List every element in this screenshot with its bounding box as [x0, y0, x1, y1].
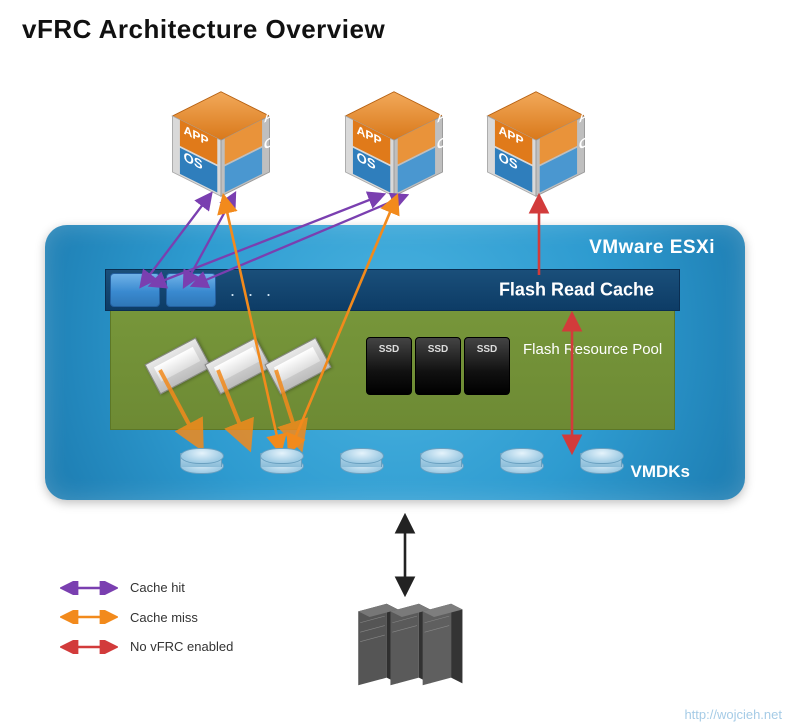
legend-label: Cache miss — [130, 610, 198, 626]
vm-cube-1: APP APP OS OS — [165, 88, 277, 200]
vmdk-row — [180, 448, 622, 478]
cache-label: Flash Read Cache — [499, 280, 654, 301]
legend-label: Cache hit — [130, 580, 185, 596]
vmdk-icon — [260, 448, 302, 478]
svg-text:APP: APP — [579, 99, 592, 126]
vmdk-icon — [340, 448, 382, 478]
svg-text:APP: APP — [437, 99, 450, 126]
legend-arrow-purple — [60, 581, 118, 595]
vm-cube-3: APP APP OS OS — [480, 88, 592, 200]
legend-arrow-red — [60, 640, 118, 654]
ssd-icon: SSD — [415, 337, 461, 395]
page-title: vFRC Architecture Overview — [22, 14, 385, 45]
legend-no-vfrc: No vFRC enabled — [60, 639, 233, 655]
vmdk-icon — [580, 448, 622, 478]
storage-server-icon — [350, 600, 465, 690]
legend: Cache hit Cache miss No vFRC enabled — [60, 580, 233, 669]
vm-cube-2: APP APP OS OS — [338, 88, 450, 200]
svg-text:APP: APP — [264, 99, 277, 126]
cache-ellipsis: . . . — [230, 280, 275, 301]
ssd-icon: SSD — [464, 337, 510, 395]
legend-arrow-orange — [60, 610, 118, 624]
legend-cache-miss: Cache miss — [60, 610, 233, 626]
flash-device-icon — [204, 337, 271, 394]
esxi-label: VMware ESXi — [589, 237, 715, 259]
cache-block — [110, 273, 160, 307]
vmdk-icon — [500, 448, 542, 478]
flash-device-icon — [264, 337, 331, 394]
vmdk-icon — [420, 448, 462, 478]
cache-block — [166, 273, 216, 307]
flash-read-cache-bar: . . . Flash Read Cache — [105, 269, 680, 311]
flash-device-icon — [144, 337, 211, 394]
vmdk-icon — [180, 448, 222, 478]
watermark: http://wojcieh.net — [684, 707, 782, 722]
ssd-group: SSD SSD SSD — [366, 337, 510, 395]
esxi-container: VMware ESXi . . . Flash Read Cache SSD S… — [45, 225, 745, 500]
vmdks-label: VMDKs — [630, 462, 690, 482]
flash-pool-area: . . . Flash Read Cache SSD SSD SSD Flash… — [110, 270, 675, 430]
legend-cache-hit: Cache hit — [60, 580, 233, 596]
ssd-icon: SSD — [366, 337, 412, 395]
legend-label: No vFRC enabled — [130, 639, 233, 655]
flash-pool-label: Flash Resource Pool — [523, 341, 663, 360]
